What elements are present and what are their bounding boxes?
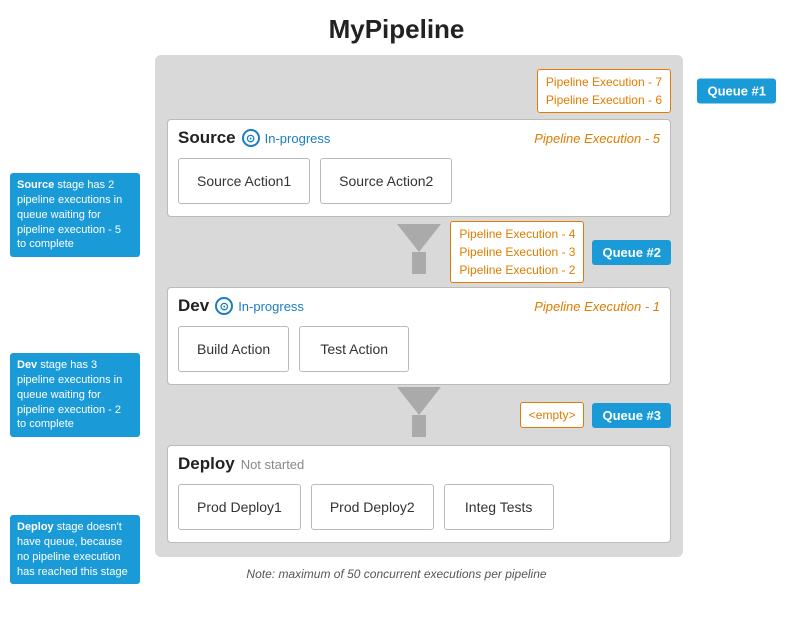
arrow-stem-2 [412,415,426,437]
source-status-icon: ⊙ [242,129,260,147]
dev-actions-row: Build Action Test Action [178,326,660,372]
source-action-2: Source Action2 [320,158,452,204]
dev-status-text: In-progress [238,299,304,314]
sidebar-note-dev: Dev stage has 3 pipeline executions in q… [10,353,140,437]
pipeline-box: Pipeline Execution - 7Pipeline Execution… [155,55,683,557]
source-execution-label: Pipeline Execution - 5 [534,131,660,146]
queue-2-badge: Queue #2 [592,240,671,265]
deploy-stage-header: Deploy Not started [178,454,660,474]
dev-action-2: Test Action [299,326,409,372]
deploy-stage: Deploy Not started Prod Deploy1 Prod Dep… [167,445,671,543]
arrow-1-container: Pipeline Execution - 4Pipeline Execution… [167,217,671,287]
source-status-text: In-progress [265,131,331,146]
deploy-status-text: Not started [241,457,305,472]
sidebar-note-deploy: Deploy stage doesn't have queue, because… [10,515,140,584]
queue-2-container: Pipeline Execution - 4Pipeline Execution… [450,221,671,283]
arrow-head-2 [397,387,441,415]
source-action-1: Source Action1 [178,158,310,204]
main-container: Source stage has 2 pipeline executions i… [0,55,793,585]
arrow-2-container: <empty> Queue #3 [167,385,671,445]
deploy-action-3: Integ Tests [444,484,554,530]
queue-1-executions: Pipeline Execution - 7Pipeline Execution… [537,69,671,113]
deploy-stage-name: Deploy [178,454,235,474]
dev-status-icon: ⊙ [215,297,233,315]
arrow-stem-1 [412,252,426,274]
dev-action-1: Build Action [178,326,289,372]
deploy-action-2: Prod Deploy2 [311,484,434,530]
queue-3-container: <empty> Queue #3 [520,402,671,428]
source-stage-header: Source ⊙ In-progress Pipeline Execution … [178,128,660,148]
arrow-head-1 [397,224,441,252]
source-stage: Source ⊙ In-progress Pipeline Execution … [167,119,671,217]
dev-stage: Dev ⊙ In-progress Pipeline Execution - 1… [167,287,671,385]
page-title: MyPipeline [0,0,793,55]
deploy-action-1: Prod Deploy1 [178,484,301,530]
queue-3-executions: <empty> [520,402,585,428]
deploy-actions-row: Prod Deploy1 Prod Deploy2 Integ Tests [178,484,660,530]
source-actions-row: Source Action1 Source Action2 [178,158,660,204]
sidebar-note-source: Source stage has 2 pipeline executions i… [10,173,140,257]
queue-3-badge: Queue #3 [592,403,671,428]
queue-1-badge: Queue #1 [697,79,776,104]
dev-execution-label: Pipeline Execution - 1 [534,299,660,314]
queue-1-row: Pipeline Execution - 7Pipeline Execution… [167,69,671,113]
source-stage-name: Source [178,128,236,148]
queue-2-executions: Pipeline Execution - 4Pipeline Execution… [450,221,584,283]
dev-stage-header: Dev ⊙ In-progress Pipeline Execution - 1 [178,296,660,316]
dev-stage-name: Dev [178,296,209,316]
